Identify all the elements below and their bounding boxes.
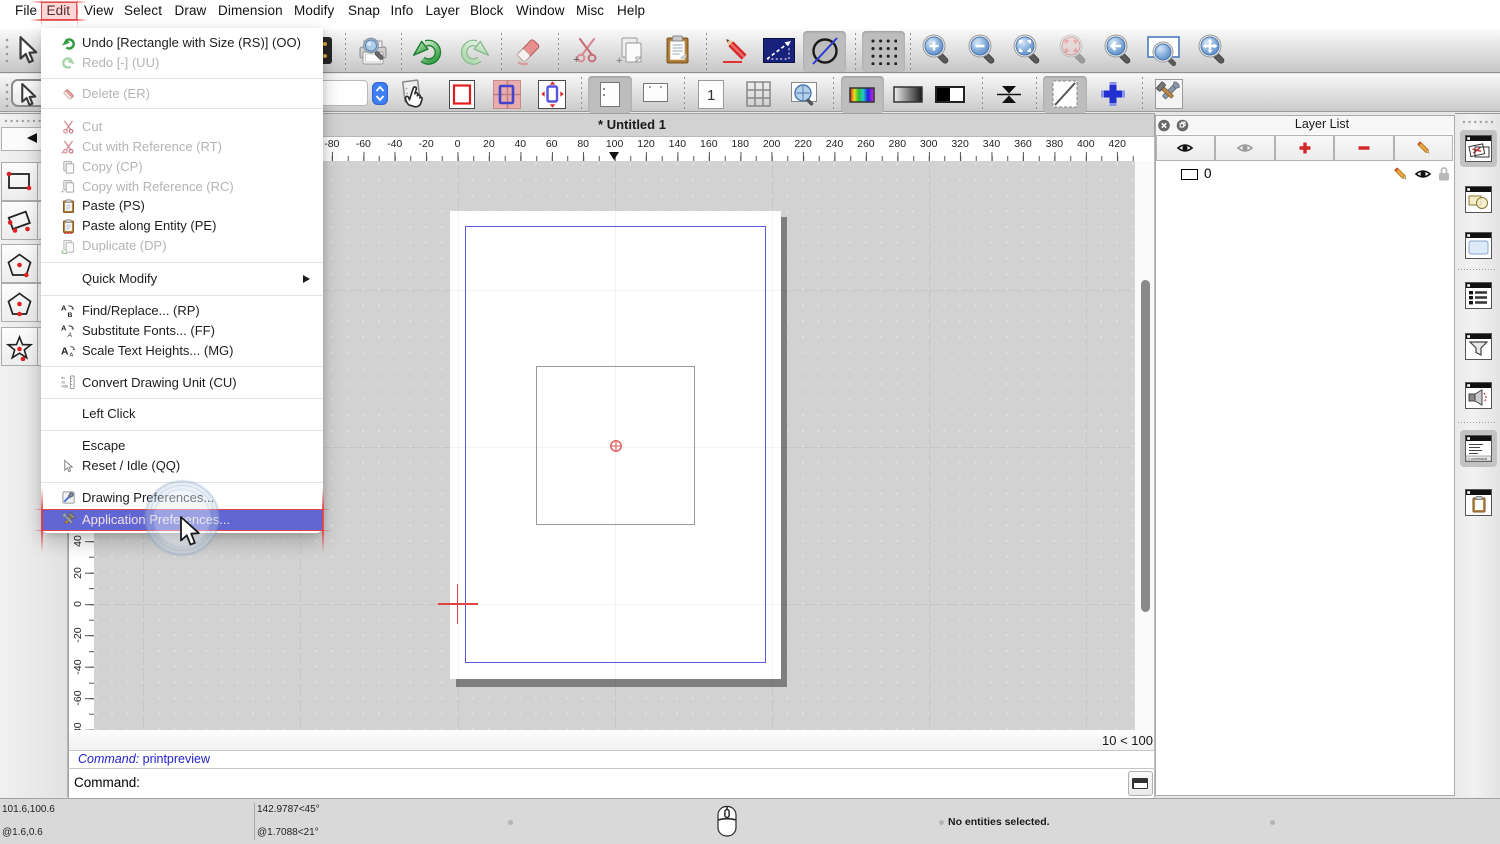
- svg-text:A: A: [61, 346, 69, 357]
- svg-text:+: +: [573, 54, 579, 65]
- svg-text:mm: mm: [61, 384, 68, 389]
- svg-text:B: B: [68, 312, 73, 318]
- svg-text:A: A: [67, 332, 73, 338]
- svg-text:A: A: [69, 353, 73, 358]
- svg-text:> command: > command: [1468, 457, 1487, 461]
- svg-text:A: A: [61, 304, 67, 313]
- svg-text:+: +: [616, 55, 622, 66]
- svg-text:+: +: [61, 149, 65, 154]
- svg-text:1: 1: [707, 87, 715, 104]
- svg-text:+: +: [61, 189, 65, 194]
- svg-text:A: A: [61, 324, 67, 333]
